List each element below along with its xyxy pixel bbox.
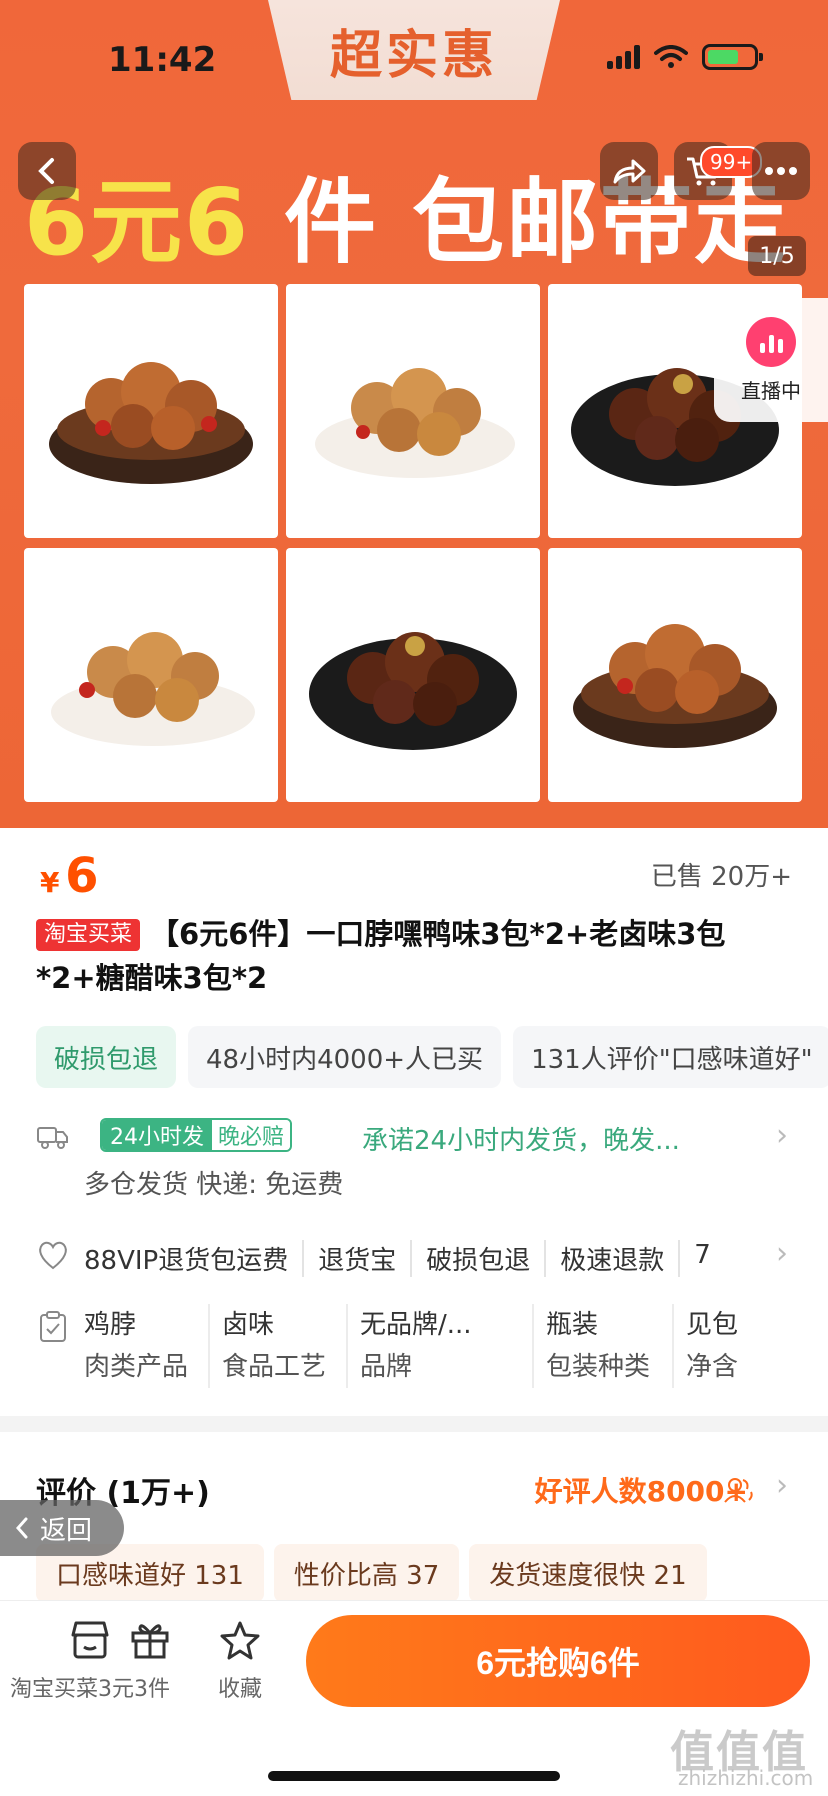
product-title: 淘宝买菜 【6元6件】一口脖嘿鸭味3包*2+老卤味3包*2+糖醋味3包*2 (36, 912, 796, 1000)
service-item: 退货宝 (302, 1240, 410, 1277)
attribute-value: 瓶装 (546, 1310, 599, 1340)
shipping-chevron-icon[interactable]: › (776, 1118, 788, 1153)
product-photo (548, 548, 802, 802)
product-image-grid (24, 284, 804, 802)
attribute-item: 卤味 食品工艺 (208, 1304, 346, 1388)
service-item: 极速退款 (544, 1240, 678, 1277)
gift-icon (131, 1624, 169, 1659)
product-photo (24, 548, 278, 802)
clipboard-icon (40, 1311, 66, 1342)
chip-recent-buyers[interactable]: 48小时内4000+人已买 (188, 1026, 502, 1088)
status-icons (607, 44, 763, 70)
product-info-card: ¥ 6 已售 20万+ 淘宝买菜 【6元6件】一口脖嘿鸭味3包*2+老卤味3包*2… (0, 828, 828, 1416)
price-value: 6 (65, 848, 99, 904)
attribute-key: 包装种类 (546, 1352, 651, 1382)
service-item: 破损包退 (410, 1240, 544, 1277)
chip-damage-refund[interactable]: 破损包退 (36, 1026, 177, 1088)
attribute-value: 见包 (686, 1310, 739, 1340)
chevron-left-icon (15, 1517, 28, 1539)
product-photo (286, 548, 540, 802)
service-item: 88VIP退货包运费 (84, 1246, 289, 1276)
attribute-value: 鸡脖 (84, 1310, 137, 1340)
status-time: 11:42 (108, 40, 217, 80)
attribute-list[interactable]: 鸡脖肉类产品 卤味食品工艺 无品牌/... 品牌 瓶装包装种类 见包净含 (84, 1304, 752, 1388)
attribute-item: 鸡脖 肉类产品 (84, 1304, 208, 1388)
shipping-badge-compensate: 晚必赔 (212, 1120, 291, 1150)
price-currency: ¥ (40, 866, 60, 899)
review-section: 评价 (1万+) 好评人数8000+ › 口感味道好 131 性价比高 37 发… (0, 1432, 828, 1602)
review-chevron-icon[interactable]: › (776, 1468, 788, 1503)
more-dots-icon (765, 167, 797, 175)
buy-now-button[interactable]: 6元抢购6件 (306, 1615, 810, 1707)
product-image-carousel[interactable]: 超实惠 11:42 6元6 件 包邮带走 99+ 1/5 直播中 (0, 0, 828, 828)
attribute-value: 卤味 (222, 1310, 275, 1340)
live-icon (746, 316, 796, 367)
image-pager: 1/5 (748, 236, 806, 276)
service-chevron-icon[interactable]: › (776, 1236, 788, 1271)
shipping-sub: 多仓发货 快递: 免运费 (84, 1170, 344, 1200)
banner-tab-text: 超实惠 (329, 24, 498, 86)
share-button[interactable] (600, 142, 658, 200)
favorite-button[interactable]: 收藏 (218, 1619, 262, 1703)
shield-heart-icon (39, 1241, 67, 1270)
review-tag[interactable]: 性价比高 37 (273, 1544, 460, 1602)
wifi-icon (654, 45, 688, 68)
truck-icon (37, 1127, 68, 1149)
service-item: 7 (678, 1240, 725, 1277)
product-photo (286, 284, 540, 538)
highlight-chips: 破损包退 48小时内4000+人已买 131人评价"口感味道好" (36, 1026, 828, 1088)
back-button[interactable] (18, 142, 76, 200)
chevron-left-icon (38, 158, 54, 184)
star-icon (220, 1621, 260, 1660)
signal-icon (607, 45, 640, 69)
sold-count: 已售 20万+ (650, 862, 792, 892)
store-tag: 淘宝买菜 (36, 919, 141, 951)
live-stream-entry[interactable]: 直播中 (714, 298, 828, 422)
attribute-key: 品牌 (360, 1352, 413, 1382)
attribute-key: 肉类产品 (84, 1352, 189, 1382)
chip-reviews[interactable]: 131人评价"口感味道好" (513, 1026, 828, 1088)
battery-icon (702, 44, 763, 70)
home-indicator (268, 1771, 560, 1781)
store-label: 淘宝买菜3元3件 (10, 1677, 170, 1702)
shipping-promise: 承诺24小时内发货，晚发... (362, 1126, 680, 1156)
review-tags: 口感味道好 131 性价比高 37 发货速度很快 21 (36, 1544, 707, 1602)
attribute-item: 见包 净含 (672, 1304, 752, 1388)
return-button[interactable]: 返回 (0, 1500, 124, 1556)
shipping-badge: 24小时发 晚必赔 (100, 1118, 293, 1152)
service-list[interactable]: 88VIP退货包运费 退货宝 破损包退 极速退款 7 (84, 1240, 725, 1277)
review-tag[interactable]: 发货速度很快 21 (469, 1544, 707, 1602)
shipping-badge-24h: 24小时发 (102, 1120, 212, 1150)
good-review-count[interactable]: 好评人数8000+ (535, 1470, 748, 1510)
attribute-item: 无品牌/... 品牌 (346, 1304, 532, 1388)
return-label: 返回 (40, 1515, 93, 1546)
attribute-value: 无品牌/... (360, 1310, 472, 1340)
attribute-key: 食品工艺 (222, 1352, 327, 1382)
favorite-label: 收藏 (218, 1677, 263, 1702)
live-label: 直播中 (741, 378, 801, 403)
banner-tab: 超实惠 (268, 0, 560, 100)
gift-entry[interactable] (128, 1619, 172, 1671)
watermark-url: zhizhizhi.com (678, 1766, 814, 1790)
share-icon (613, 159, 646, 184)
product-photo (24, 284, 278, 538)
price: ¥ 6 (40, 848, 98, 904)
users-icon (724, 1478, 753, 1503)
store-icon (71, 1621, 109, 1659)
attribute-key: 净含 (686, 1352, 739, 1382)
attribute-item: 瓶装 包装种类 (532, 1304, 672, 1388)
more-button[interactable] (752, 142, 810, 200)
